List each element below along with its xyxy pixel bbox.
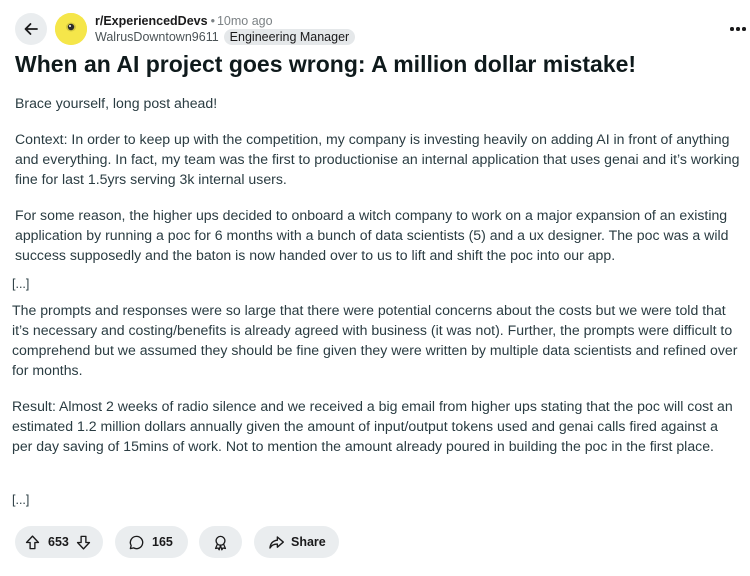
more-horizontal-icon xyxy=(730,27,734,31)
share-button[interactable]: Share xyxy=(254,526,339,558)
more-dot xyxy=(736,27,740,31)
arrow-left-icon xyxy=(24,23,38,35)
more-dot xyxy=(742,27,746,31)
post-paragraph: Result: Almost 2 weeks of radio silence … xyxy=(12,398,733,454)
post-paragraph: Brace yourself, long post ahead! xyxy=(15,95,218,111)
more-options-button[interactable] xyxy=(728,22,748,36)
comments-button[interactable]: 165 xyxy=(115,526,188,558)
omitted-text-marker: [...] xyxy=(12,277,30,291)
award-icon xyxy=(214,535,227,550)
award-button[interactable] xyxy=(199,526,242,558)
post-title: When an AI project goes wrong: A million… xyxy=(15,51,637,77)
upvote-count: 653 xyxy=(48,535,69,549)
share-arrow-icon xyxy=(269,535,284,549)
post-paragraph: Context: In order to keep up with the co… xyxy=(15,131,740,187)
downvote-button[interactable] xyxy=(75,534,92,551)
upvote-button[interactable] xyxy=(24,534,41,551)
user-flair: Engineering Manager xyxy=(223,29,356,45)
meta-separator: • xyxy=(210,14,215,28)
author-username[interactable]: WalrusDowntown9611 xyxy=(95,29,219,45)
back-button[interactable] xyxy=(15,13,47,45)
post-age: 10mo ago xyxy=(216,14,273,28)
post-header: r/ExperiencedDevs • 10mo ago WalrusDowntow… xyxy=(0,0,750,50)
post-page: r/ExperiencedDevs • 10mo ago WalrusDowntow… xyxy=(0,0,750,576)
omitted-text-marker: [...] xyxy=(12,493,30,507)
subreddit-avatar[interactable] xyxy=(55,13,87,45)
subreddit-link[interactable]: r/ExperiencedDevs xyxy=(95,14,208,28)
post-meta: r/ExperiencedDevs • 10mo ago xyxy=(95,13,273,29)
post-paragraph: For some reason, the higher ups decided … xyxy=(15,207,729,263)
post-paragraph: The prompts and responses were so large … xyxy=(12,302,738,378)
vote-bar: 653 xyxy=(15,526,103,558)
share-label: Share xyxy=(291,535,326,549)
downvote-arrow-icon xyxy=(76,535,90,550)
comment-bubble-icon xyxy=(129,535,144,549)
subreddit-logo-icon xyxy=(55,13,87,45)
upvote-arrow-icon xyxy=(25,534,40,549)
author-line: WalrusDowntown9611 Engineering Manager xyxy=(95,29,356,45)
comment-count: 165 xyxy=(152,535,173,549)
